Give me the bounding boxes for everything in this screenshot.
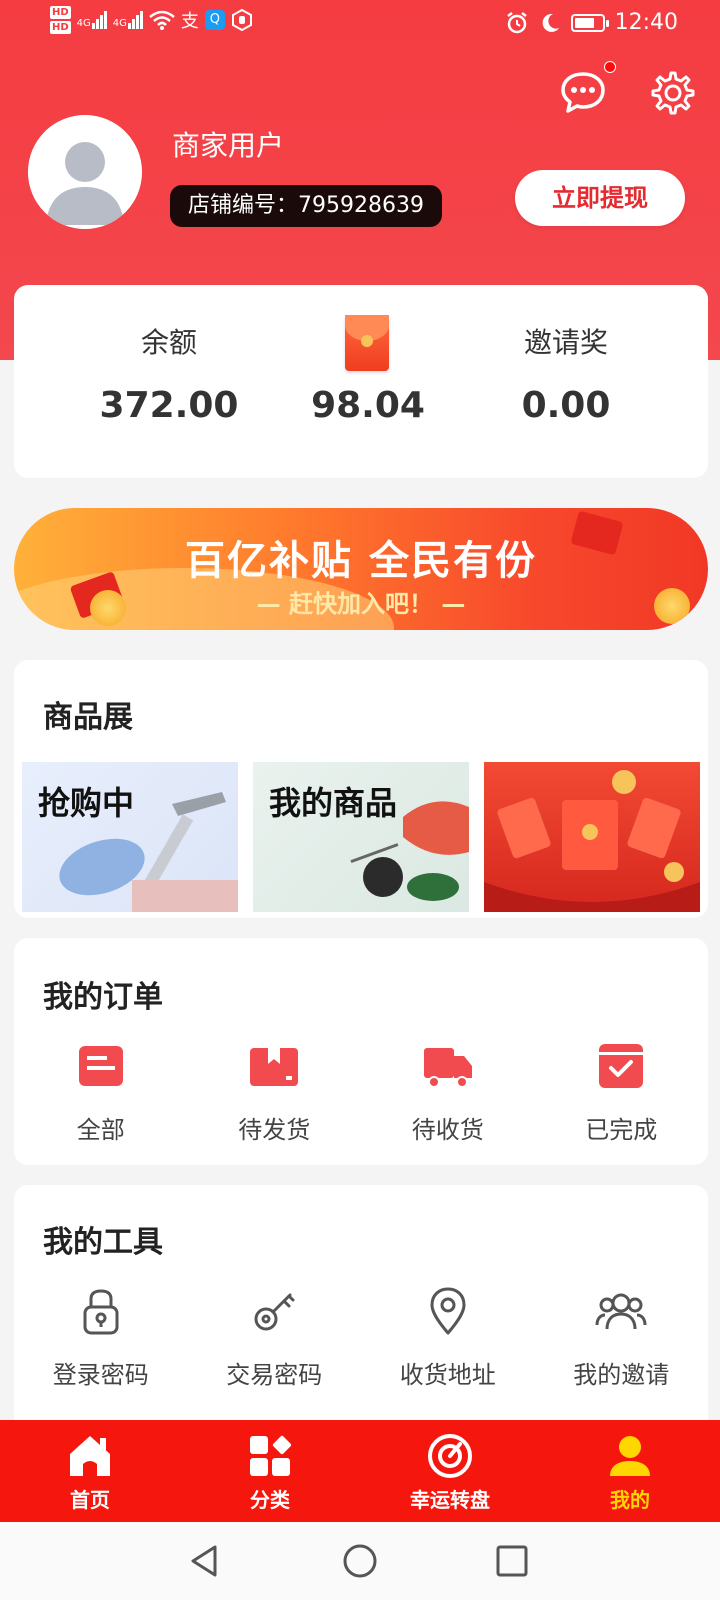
username: 商家用户 xyxy=(172,129,285,162)
my-invites-button[interactable]: 我的邀请 xyxy=(535,1283,709,1403)
login-password-label: 登录密码 xyxy=(52,1361,149,1389)
gear-icon[interactable] xyxy=(650,70,696,116)
bottom-nav: 首页 分类 幸运转盘 我的 xyxy=(0,1420,720,1522)
all-orders-icon xyxy=(78,1046,123,1086)
trade-password-label: 交易密码 xyxy=(226,1361,323,1389)
battery-icon xyxy=(570,13,609,32)
orders-completed-button[interactable]: 已完成 xyxy=(535,1038,709,1158)
orders-completed-label: 已完成 xyxy=(585,1116,658,1144)
tools-grid: 登录密码 交易密码 收货地址 我的邀请 xyxy=(14,1283,708,1403)
my-products-label: 我的商品 xyxy=(269,784,398,822)
shipping-address-button[interactable]: 收货地址 xyxy=(361,1283,535,1403)
status-time: 12:40 xyxy=(614,10,678,35)
nav-category[interactable]: 分类 xyxy=(180,1420,360,1522)
flash-sale-tile[interactable]: 抢购中 xyxy=(22,762,238,912)
message-icon[interactable] xyxy=(560,70,606,116)
home-circle-icon[interactable] xyxy=(340,1541,380,1581)
my-tools-title: 我的工具 xyxy=(43,1225,163,1260)
hand-icon xyxy=(231,9,252,31)
balance-label: 余额 xyxy=(140,326,197,359)
promo-banner[interactable]: 百亿补贴 全民有份 — 赶快加入吧！ — xyxy=(14,508,708,630)
orders-pending-shipment-label: 待发货 xyxy=(238,1116,311,1144)
product-showcase-title: 商品展 xyxy=(43,700,133,735)
trade-password-button[interactable]: 交易密码 xyxy=(188,1283,362,1403)
category-icon xyxy=(250,1435,292,1476)
hd-badge-2: HD xyxy=(50,21,71,34)
alarm-icon xyxy=(506,11,527,33)
withdraw-button[interactable]: 立即提现 xyxy=(515,170,685,226)
user-icon xyxy=(610,1436,650,1476)
unread-dot xyxy=(604,61,616,73)
moon-icon xyxy=(542,13,559,32)
signal-icon-1: 4G xyxy=(77,11,107,29)
lucky-wheel-icon xyxy=(428,1434,472,1478)
red-packet-stat[interactable]: 98.04 xyxy=(268,285,468,478)
wifi-icon xyxy=(149,10,175,30)
red-packet-value: 98.04 xyxy=(311,385,425,426)
status-bar: HD HD 4G 4G 支 Q 12:40 xyxy=(0,0,720,50)
store-id-value: 795928639 xyxy=(298,193,424,218)
my-products-tile[interactable]: 我的商品 xyxy=(253,762,469,912)
search-app-icon: Q xyxy=(204,10,225,30)
pending-shipment-icon xyxy=(250,1048,299,1086)
back-icon[interactable] xyxy=(185,1541,225,1581)
lock-icon xyxy=(83,1289,119,1335)
network-type-1: 4G xyxy=(76,18,91,29)
orders-pending-shipment-button[interactable]: 待发货 xyxy=(188,1038,362,1158)
my-tools-card: 我的工具 登录密码 交易密码 收货地址 我的邀请 xyxy=(14,1185,708,1435)
red-packets-illustration xyxy=(484,770,700,912)
nav-category-label: 分类 xyxy=(250,1488,290,1512)
orders-all-label: 全部 xyxy=(76,1116,125,1144)
status-left: HD HD 4G 4G 支 Q xyxy=(50,6,253,34)
nav-home-label: 首页 xyxy=(70,1488,110,1512)
signal-icon-2: 4G xyxy=(113,11,143,29)
recents-icon[interactable] xyxy=(492,1541,532,1581)
red-envelope-icon xyxy=(345,315,389,371)
hd-badge-1: HD xyxy=(50,6,71,19)
my-orders-title: 我的订单 xyxy=(43,980,163,1015)
flash-sale-label: 抢购中 xyxy=(38,784,135,822)
nav-me-label: 我的 xyxy=(610,1488,650,1512)
balance-stat[interactable]: 余额 372.00 xyxy=(69,285,269,478)
nav-lucky-wheel-label: 幸运转盘 xyxy=(410,1488,490,1512)
pending-receipt-icon xyxy=(423,1048,472,1088)
orders-pending-receipt-label: 待收货 xyxy=(411,1116,484,1144)
login-password-button[interactable]: 登录密码 xyxy=(14,1283,188,1403)
my-invites-label: 我的邀请 xyxy=(573,1361,670,1389)
network-type-2: 4G xyxy=(112,18,127,29)
balance-value: 372.00 xyxy=(99,385,239,426)
hd-badges: HD HD xyxy=(50,6,71,34)
store-id-label: 店铺编号： xyxy=(188,193,299,218)
completed-icon xyxy=(599,1044,644,1088)
key-icon xyxy=(254,1293,295,1331)
invite-reward-stat[interactable]: 邀请奖 0.00 xyxy=(466,285,666,478)
orders-all-button[interactable]: 全部 xyxy=(14,1038,188,1158)
my-orders-card: 我的订单 全部 待发货 待收货 已完成 xyxy=(14,938,708,1165)
screen: HD HD 4G 4G 支 Q 12:40 商家用户 店铺编号：79592863… xyxy=(0,0,720,1600)
nav-lucky-wheel[interactable]: 幸运转盘 xyxy=(360,1420,540,1522)
store-id-badge: 店铺编号：795928639 xyxy=(170,185,442,227)
invite-reward-value: 0.00 xyxy=(521,385,611,426)
orders-pending-receipt-button[interactable]: 待收货 xyxy=(361,1038,535,1158)
nav-home[interactable]: 首页 xyxy=(0,1420,180,1522)
invite-reward-label: 邀请奖 xyxy=(523,326,608,359)
default-avatar-icon xyxy=(28,115,142,229)
banner-title: 百亿补贴 全民有份 xyxy=(185,538,537,584)
location-pin-icon xyxy=(430,1287,466,1335)
orders-grid: 全部 待发货 待收货 已完成 xyxy=(14,1038,708,1158)
alipay-icon: 支 xyxy=(180,11,199,32)
nav-me[interactable]: 我的 xyxy=(540,1420,720,1522)
shipping-address-label: 收货地址 xyxy=(399,1361,496,1389)
stats-card: 余额 372.00 98.04 邀请奖 0.00 xyxy=(14,285,708,478)
home-icon xyxy=(70,1436,110,1476)
product-showcase-card: 商品展 抢购中 我的商品 xyxy=(14,660,708,918)
avatar[interactable] xyxy=(28,115,142,229)
users-icon xyxy=(595,1293,647,1330)
status-right: 12:40 xyxy=(505,10,678,35)
banner-subtitle: — 赶快加入吧！ — xyxy=(256,590,466,618)
red-packet-tile[interactable] xyxy=(484,762,700,912)
system-nav-bar xyxy=(0,1522,720,1600)
